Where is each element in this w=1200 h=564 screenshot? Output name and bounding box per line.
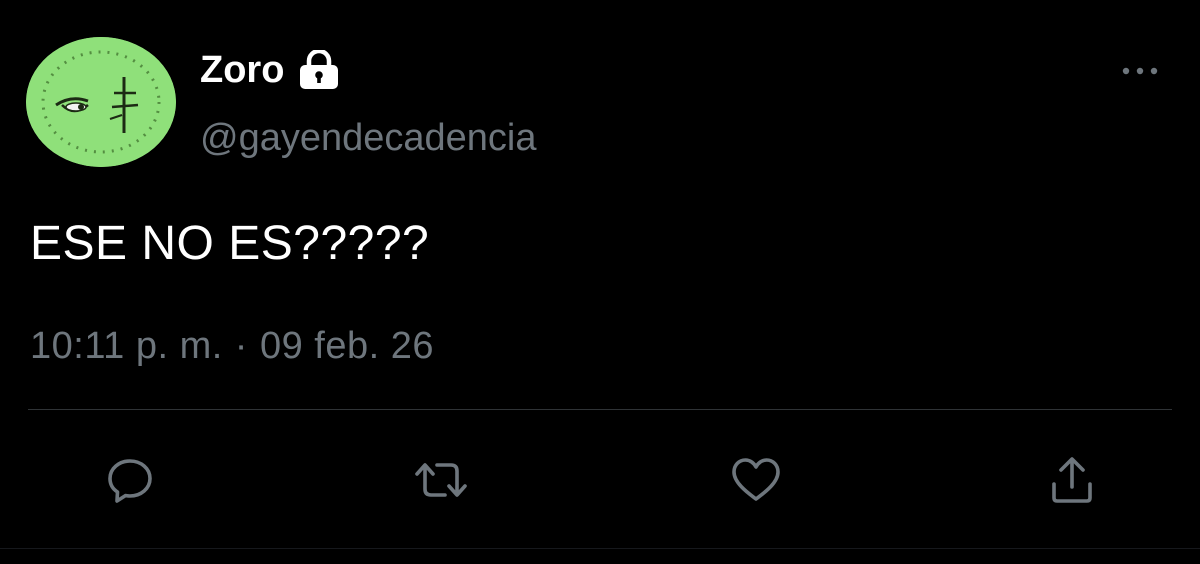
share-button[interactable] [1044, 452, 1100, 508]
divider [28, 409, 1172, 410]
more-options-icon [1122, 67, 1158, 75]
handle[interactable]: @gayendecadencia [200, 117, 537, 160]
tweet-date: 09 feb. 26 [259, 325, 434, 367]
timestamp-separator: · [234, 325, 248, 367]
display-name[interactable]: Zoro [200, 49, 284, 92]
avatar[interactable] [26, 37, 176, 167]
author-row: Zoro [200, 42, 342, 98]
tweet-text: ESE NO ES????? [30, 217, 430, 270]
share-icon [1052, 457, 1092, 503]
retweet-button[interactable] [413, 452, 469, 508]
lock-icon [296, 50, 342, 90]
reply-icon [108, 459, 152, 503]
tweet-time: 10:11 p. m. [30, 325, 223, 367]
avatar-image [26, 37, 176, 167]
reply-button[interactable] [102, 452, 158, 508]
more-options-button[interactable] [1118, 60, 1162, 82]
bottom-divider [0, 548, 1200, 549]
like-icon [732, 458, 780, 501]
retweet-icon [415, 463, 467, 497]
timestamp[interactable]: 10:11 p. m. · 09 feb. 26 [30, 325, 434, 368]
like-button[interactable] [728, 452, 784, 508]
